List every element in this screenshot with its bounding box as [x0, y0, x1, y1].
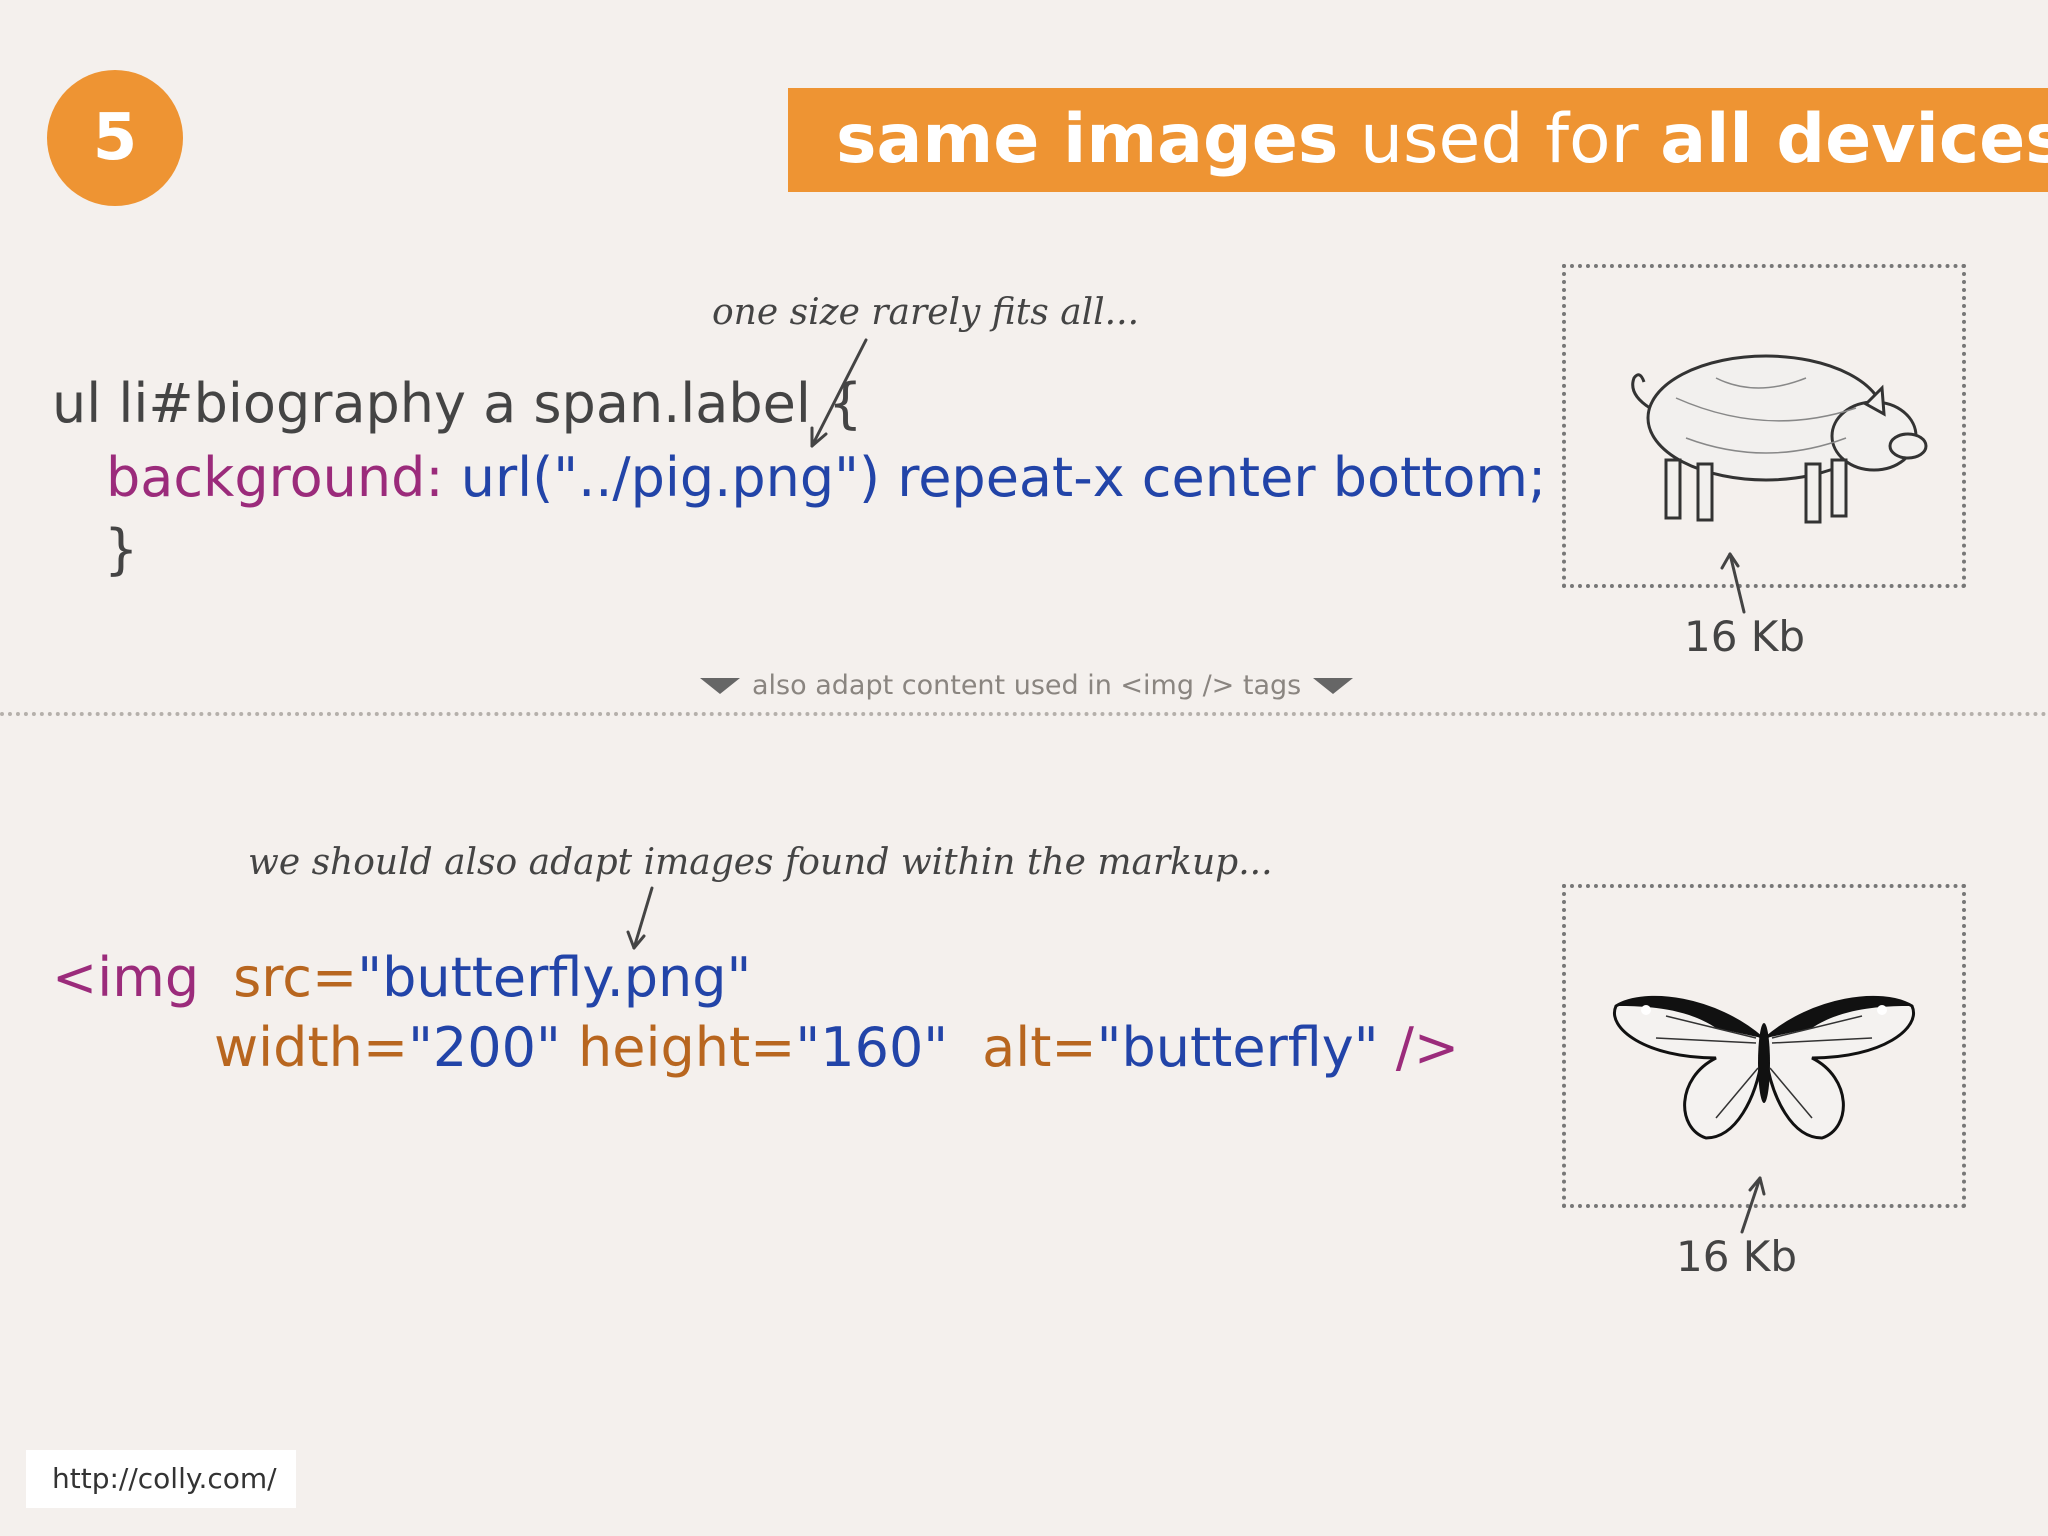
source-url-box: http://colly.com/	[26, 1450, 296, 1508]
arrow-to-pig-url	[810, 338, 868, 448]
arrow-to-butterfly	[1740, 1176, 1762, 1234]
source-url: http://colly.com/	[52, 1462, 277, 1495]
annotation-arrows	[626, 338, 1766, 1234]
